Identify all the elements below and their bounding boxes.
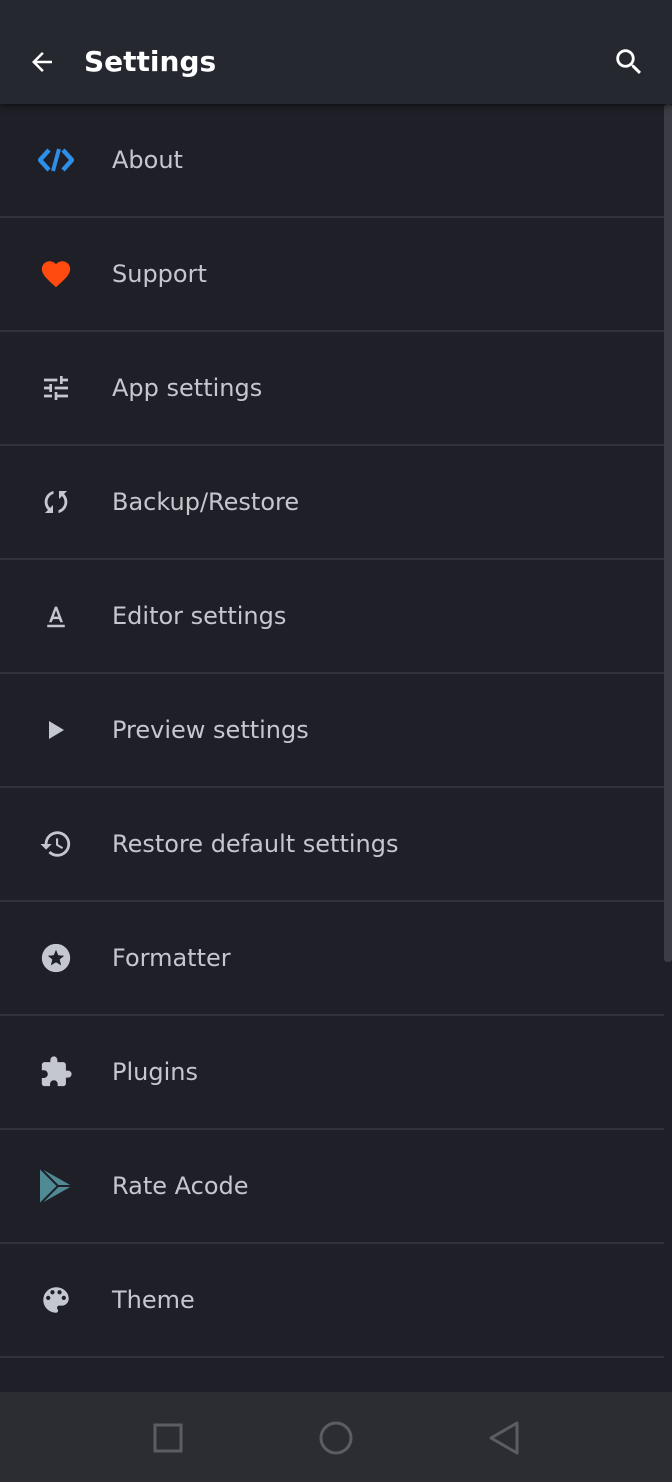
page-title: Settings <box>84 45 217 78</box>
settings-item-editor-settings[interactable]: Editor settings <box>0 560 664 674</box>
settings-list: About Support App settings Backup/Restor… <box>0 104 664 1358</box>
settings-item-app-settings[interactable]: App settings <box>0 332 664 446</box>
tune-icon <box>36 368 76 408</box>
search-icon[interactable] <box>608 42 650 82</box>
settings-item-support[interactable]: Support <box>0 218 664 332</box>
settings-item-plugins[interactable]: Plugins <box>0 1016 664 1130</box>
settings-item-restore-default[interactable]: Restore default settings <box>0 788 664 902</box>
settings-item-label: Restore default settings <box>112 830 399 858</box>
settings-item-label: Preview settings <box>112 716 309 744</box>
settings-item-label: Theme <box>112 1286 195 1314</box>
settings-item-label: Plugins <box>112 1058 198 1086</box>
settings-item-label: Editor settings <box>112 602 287 630</box>
settings-item-backup-restore[interactable]: Backup/Restore <box>0 446 664 560</box>
settings-item-formatter[interactable]: Formatter <box>0 902 664 1016</box>
star-circle-icon <box>36 938 76 978</box>
triangle-back-icon[interactable] <box>482 1416 526 1460</box>
settings-item-about[interactable]: About <box>0 104 664 218</box>
square-icon[interactable] <box>146 1416 190 1460</box>
settings-item-label: Support <box>112 260 207 288</box>
settings-item-label: App settings <box>112 374 263 402</box>
text-format-icon <box>36 596 76 636</box>
circle-icon[interactable] <box>314 1416 358 1460</box>
arrow-back-icon[interactable] <box>22 42 62 82</box>
settings-item-label: Rate Acode <box>112 1172 249 1200</box>
app-bar: Settings <box>0 0 672 104</box>
settings-item-label: Backup/Restore <box>112 488 300 516</box>
heart-icon <box>36 254 76 294</box>
settings-item-label: Formatter <box>112 944 231 972</box>
code-icon <box>36 140 76 180</box>
settings-item-theme[interactable]: Theme <box>0 1244 664 1358</box>
system-nav-bar <box>0 1392 672 1482</box>
palette-icon <box>36 1280 76 1320</box>
sync-icon <box>36 482 76 522</box>
play-store-icon <box>36 1166 76 1206</box>
scrollbar[interactable] <box>664 104 672 962</box>
puzzle-icon <box>36 1052 76 1092</box>
history-icon <box>36 824 76 864</box>
play-icon <box>36 710 76 750</box>
settings-item-preview-settings[interactable]: Preview settings <box>0 674 664 788</box>
settings-item-rate-acode[interactable]: Rate Acode <box>0 1130 664 1244</box>
settings-item-label: About <box>112 146 183 174</box>
